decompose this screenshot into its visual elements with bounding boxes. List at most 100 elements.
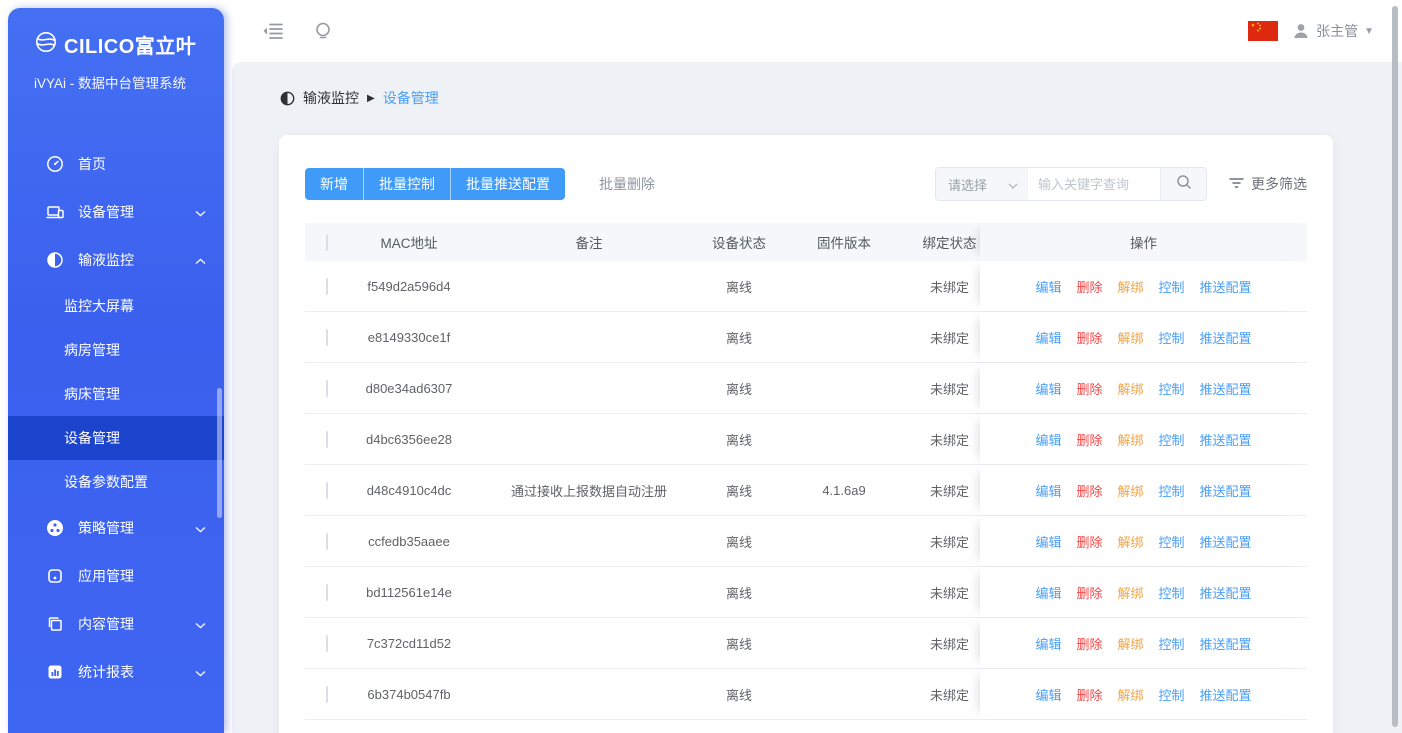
push-config-link[interactable]: 推送配置	[1200, 481, 1252, 500]
sidebar-item-infusion[interactable]: 输液监控	[8, 236, 224, 284]
collapse-menu-icon[interactable]	[262, 20, 284, 42]
table-row: e8149330ce1f 离线 未绑定 编辑 删除 解绑 控制 推送配置	[305, 312, 1307, 363]
cell-status: 离线	[709, 379, 769, 398]
delete-link[interactable]: 删除	[1076, 685, 1102, 704]
row-checkbox[interactable]	[326, 380, 328, 397]
page-scrollbar[interactable]	[1392, 6, 1398, 727]
row-checkbox[interactable]	[326, 278, 328, 295]
row-checkbox[interactable]	[326, 584, 328, 601]
delete-link[interactable]: 删除	[1076, 532, 1102, 551]
user-menu[interactable]: 张主管 ▼	[1292, 21, 1374, 41]
sidebar-item-content-mgmt[interactable]: 内容管理	[8, 600, 224, 648]
cell-mac: 7c372cd11d52	[349, 636, 469, 651]
control-link[interactable]: 控制	[1159, 328, 1185, 347]
control-link[interactable]: 控制	[1159, 685, 1185, 704]
edit-link[interactable]: 编辑	[1035, 277, 1061, 296]
select-all-checkbox[interactable]	[326, 234, 328, 251]
china-flag-icon[interactable]	[1248, 21, 1278, 41]
unbind-link[interactable]: 解绑	[1117, 685, 1143, 704]
unbind-link[interactable]: 解绑	[1117, 481, 1143, 500]
sidebar-scrollbar-thumb[interactable]	[217, 388, 222, 518]
edit-link[interactable]: 编辑	[1035, 634, 1061, 653]
delete-link[interactable]: 删除	[1076, 379, 1102, 398]
control-link[interactable]: 控制	[1159, 532, 1185, 551]
delete-link[interactable]: 删除	[1076, 583, 1102, 602]
unbind-link[interactable]: 解绑	[1117, 379, 1143, 398]
edit-link[interactable]: 编辑	[1035, 430, 1061, 449]
sidebar-item-home[interactable]: 首页	[8, 140, 224, 188]
user-caret-down-icon: ▼	[1364, 26, 1374, 37]
table-row: f549d2a596d4 离线 未绑定 编辑 删除 解绑 控制 推送配置	[305, 261, 1307, 312]
sidebar-item-label: 首页	[78, 154, 106, 174]
unbind-link[interactable]: 解绑	[1117, 583, 1143, 602]
sidebar-subitem-device-mgmt-active[interactable]: 设备管理	[8, 416, 224, 460]
edit-link[interactable]: 编辑	[1035, 379, 1061, 398]
table-row: d80e34ad6307 离线 未绑定 编辑 删除 解绑 控制 推送配置	[305, 363, 1307, 414]
brand-logo-text: CILICO富立叶	[64, 30, 196, 59]
delete-link[interactable]: 删除	[1076, 481, 1102, 500]
control-link[interactable]: 控制	[1159, 430, 1185, 449]
cell-actions: 编辑 删除 解绑 控制 推送配置	[980, 669, 1307, 719]
sidebar-item-label: 内容管理	[78, 614, 134, 634]
batch-delete-button[interactable]: 批量删除	[599, 174, 655, 194]
control-link[interactable]: 控制	[1159, 583, 1185, 602]
content-icon	[46, 615, 64, 633]
control-link[interactable]: 控制	[1159, 634, 1185, 653]
add-button[interactable]: 新增	[305, 168, 363, 200]
cell-actions: 编辑 删除 解绑 控制 推送配置	[980, 465, 1307, 515]
delete-link[interactable]: 删除	[1076, 430, 1102, 449]
sidebar-item-app-mgmt[interactable]: 应用管理	[8, 552, 224, 600]
edit-link[interactable]: 编辑	[1035, 532, 1061, 551]
breadcrumb-current[interactable]: 设备管理	[383, 88, 439, 108]
sidebar-subitem-ward-mgmt[interactable]: 病房管理	[8, 328, 224, 372]
lightbulb-icon[interactable]	[312, 20, 334, 42]
push-config-link[interactable]: 推送配置	[1200, 277, 1252, 296]
batch-control-button[interactable]: 批量控制	[363, 168, 450, 200]
row-checkbox[interactable]	[326, 482, 328, 499]
row-checkbox[interactable]	[326, 635, 328, 652]
edit-link[interactable]: 编辑	[1035, 583, 1061, 602]
row-checkbox[interactable]	[326, 533, 328, 550]
unbind-link[interactable]: 解绑	[1117, 277, 1143, 296]
more-filter-button[interactable]: 更多筛选	[1229, 174, 1307, 194]
delete-link[interactable]: 删除	[1076, 634, 1102, 653]
search-button[interactable]	[1160, 168, 1206, 200]
control-link[interactable]: 控制	[1159, 277, 1185, 296]
keyword-search-input[interactable]	[1028, 168, 1160, 200]
cell-status: 离线	[709, 634, 769, 653]
batch-push-config-button[interactable]: 批量推送配置	[450, 168, 565, 200]
device-table-card: 新增 批量控制 批量推送配置 批量删除 请选择	[279, 135, 1333, 733]
edit-link[interactable]: 编辑	[1035, 481, 1061, 500]
row-checkbox[interactable]	[326, 431, 328, 448]
edit-link[interactable]: 编辑	[1035, 685, 1061, 704]
filter-select[interactable]: 请选择	[936, 168, 1028, 200]
unbind-link[interactable]: 解绑	[1117, 532, 1143, 551]
row-checkbox[interactable]	[326, 329, 328, 346]
sidebar-subitem-device-params[interactable]: 设备参数配置	[8, 460, 224, 504]
sidebar-item-strategy[interactable]: 策略管理	[8, 504, 224, 552]
unbind-link[interactable]: 解绑	[1117, 430, 1143, 449]
cell-status: 离线	[709, 532, 769, 551]
control-link[interactable]: 控制	[1159, 379, 1185, 398]
cell-status: 离线	[709, 277, 769, 296]
push-config-link[interactable]: 推送配置	[1200, 634, 1252, 653]
control-link[interactable]: 控制	[1159, 481, 1185, 500]
sidebar-subitem-bed-mgmt[interactable]: 病床管理	[8, 372, 224, 416]
push-config-link[interactable]: 推送配置	[1200, 685, 1252, 704]
push-config-link[interactable]: 推送配置	[1200, 328, 1252, 347]
sidebar-item-device-mgmt[interactable]: 设备管理	[8, 188, 224, 236]
delete-link[interactable]: 删除	[1076, 277, 1102, 296]
push-config-link[interactable]: 推送配置	[1200, 583, 1252, 602]
push-config-link[interactable]: 推送配置	[1200, 532, 1252, 551]
unbind-link[interactable]: 解绑	[1117, 328, 1143, 347]
edit-link[interactable]: 编辑	[1035, 328, 1061, 347]
delete-link[interactable]: 删除	[1076, 328, 1102, 347]
cell-mac: e8149330ce1f	[349, 330, 469, 345]
push-config-link[interactable]: 推送配置	[1200, 379, 1252, 398]
sidebar-subitem-monitor-screen[interactable]: 监控大屏幕	[8, 284, 224, 328]
row-checkbox[interactable]	[326, 686, 328, 703]
sidebar-item-report[interactable]: 统计报表	[8, 648, 224, 696]
unbind-link[interactable]: 解绑	[1117, 634, 1143, 653]
cell-status: 离线	[709, 685, 769, 704]
push-config-link[interactable]: 推送配置	[1200, 430, 1252, 449]
